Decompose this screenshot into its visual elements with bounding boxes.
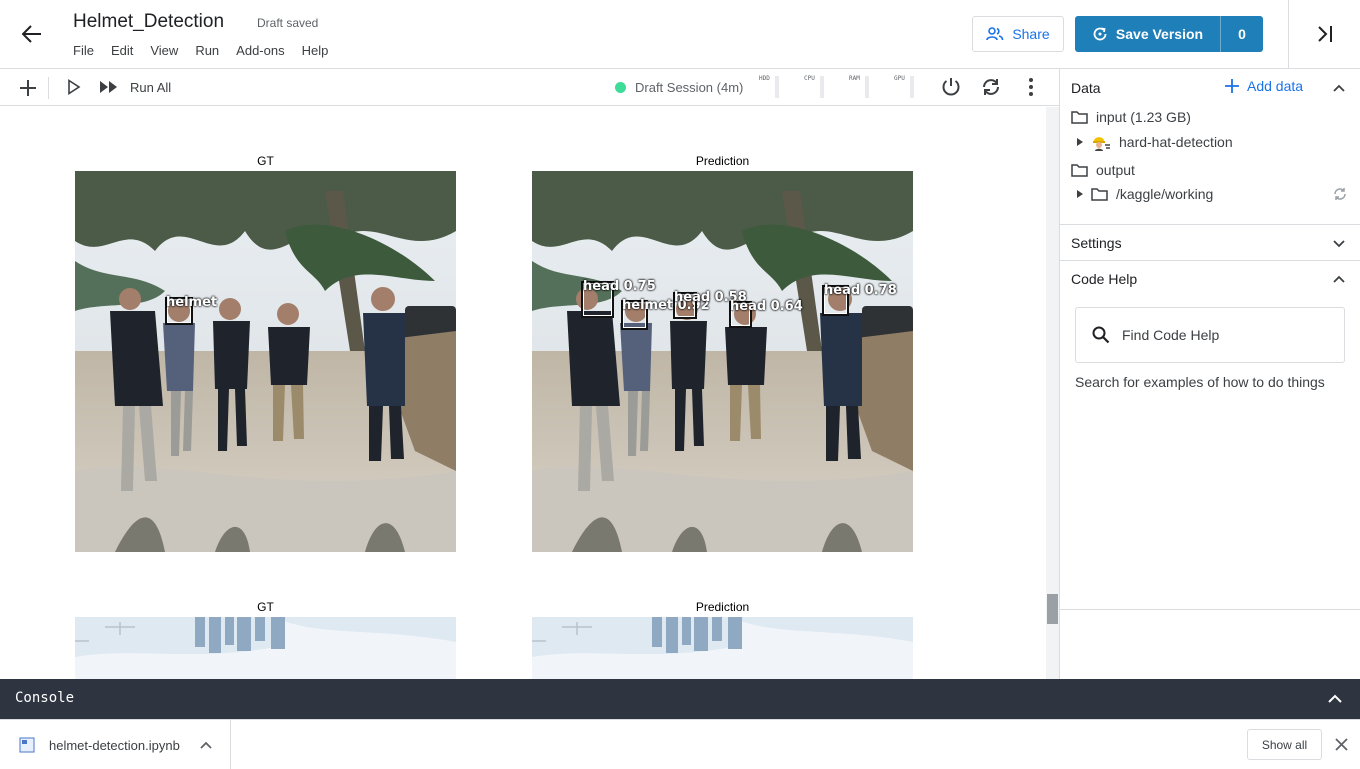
folder-icon (1071, 163, 1088, 177)
gt-image: helmet (75, 171, 456, 552)
meter-cpu-label: CPU (804, 75, 815, 82)
meter-hdd-label: HDD (759, 75, 770, 82)
gt-title: GT (257, 600, 274, 614)
scrollbar-thumb[interactable] (1047, 594, 1058, 624)
restart-icon[interactable] (980, 76, 1002, 98)
dataset-item[interactable]: hard-hat-detection (1077, 133, 1233, 151)
input-folder[interactable]: input (1.23 GB) (1071, 109, 1191, 125)
notebook-title[interactable]: Helmet_Detection (73, 11, 224, 33)
add-data-label: Add data (1247, 78, 1304, 94)
save-version-label: Save Version (1115, 26, 1204, 42)
show-all-button[interactable]: Show all (1247, 729, 1322, 760)
menu-run[interactable]: Run (195, 43, 219, 58)
menu-file[interactable]: File (73, 43, 94, 58)
save-version-icon (1093, 27, 1107, 41)
caret-right-icon (1077, 138, 1083, 146)
meter-hdd-bar (775, 76, 779, 98)
output-folder-label: output (1096, 162, 1135, 178)
prediction-title: Prediction (695, 154, 750, 168)
meter-cpu-bar (820, 76, 824, 98)
prediction-image: head 0.75 helmet 0.92 head 0.58 head 0.6… (532, 171, 913, 552)
share-label: Share (1012, 26, 1050, 42)
run-all-icon[interactable] (99, 79, 119, 95)
power-icon[interactable] (940, 76, 962, 98)
menu-bar: File Edit View Run Add-ons Help (73, 43, 345, 58)
folder-icon (1091, 187, 1108, 201)
panel-divider (1060, 609, 1360, 610)
gt-box-label: helmet (166, 295, 218, 310)
download-bar: helmet-detection.ipynb Show all (0, 719, 1360, 769)
meter-ram-label: RAM (849, 75, 860, 82)
caret-right-icon (1077, 190, 1083, 198)
collapse-panel-icon[interactable] (1312, 20, 1338, 48)
download-file-name: helmet-detection.ipynb (49, 738, 180, 753)
meter-ram-bar (865, 76, 869, 98)
run-cell-icon[interactable] (66, 79, 82, 95)
version-count[interactable]: 0 (1221, 16, 1263, 52)
toolbar-divider (48, 77, 49, 99)
download-item[interactable]: helmet-detection.ipynb (0, 720, 231, 769)
refresh-icon[interactable] (1333, 187, 1347, 201)
run-all-button[interactable]: Run All (130, 80, 171, 95)
console-bar[interactable]: Console (0, 679, 1360, 719)
working-dir-item[interactable]: /kaggle/working (1077, 186, 1213, 202)
prediction-image (532, 617, 913, 679)
notebook-header: Helmet_Detection Draft saved File Edit V… (0, 0, 1360, 69)
session-status-dot (615, 82, 626, 93)
plus-icon (1225, 79, 1239, 93)
back-arrow-icon[interactable] (18, 20, 46, 48)
output-folder[interactable]: output (1071, 162, 1135, 178)
menu-view[interactable]: View (150, 43, 178, 58)
add-cell-icon[interactable] (18, 78, 38, 98)
share-button[interactable]: Share (972, 16, 1064, 52)
search-icon (1092, 326, 1110, 344)
close-icon[interactable] (1334, 737, 1349, 752)
meter-gpu-label: GPU (894, 75, 905, 82)
notebook-toolbar: Run All Draft Session (4m) HDD CPU RAM G… (0, 69, 1059, 106)
pred-box-label: head 0.78 (824, 283, 897, 298)
chevron-down-icon[interactable] (1332, 236, 1346, 250)
add-data-button[interactable]: Add data (1225, 78, 1303, 94)
menu-edit[interactable]: Edit (111, 43, 133, 58)
console-label: Console (15, 690, 75, 706)
draft-status: Draft saved (257, 16, 319, 30)
meter-gpu-bar (910, 76, 914, 98)
panel-divider (1060, 224, 1360, 225)
file-icon (19, 737, 35, 753)
working-dir-label: /kaggle/working (1116, 186, 1214, 202)
find-code-help-placeholder: Find Code Help (1122, 327, 1220, 343)
data-section-title[interactable]: Data (1071, 80, 1101, 96)
find-code-help-input[interactable]: Find Code Help (1075, 307, 1345, 363)
more-options-icon[interactable] (1021, 76, 1041, 98)
hard-hat-dataset-icon (1093, 137, 1110, 151)
settings-section-title[interactable]: Settings (1071, 235, 1122, 251)
menu-add-ons[interactable]: Add-ons (236, 43, 284, 58)
folder-icon (1071, 110, 1088, 124)
session-label[interactable]: Draft Session (4m) (635, 80, 743, 95)
panel-divider (1060, 260, 1360, 261)
code-help-description: Search for examples of how to do things (1075, 374, 1325, 390)
dataset-label: hard-hat-detection (1119, 134, 1233, 150)
notebook-output: GT Prediction helmet head 0.75 helmet 0.… (0, 107, 1046, 679)
gt-image (75, 617, 456, 679)
header-divider (1288, 0, 1289, 68)
pred-box-label: head 0.75 (583, 279, 656, 294)
save-version-button[interactable]: Save Version 0 (1075, 16, 1263, 52)
pred-box-label: head 0.64 (730, 299, 803, 314)
code-help-section-title[interactable]: Code Help (1071, 271, 1137, 287)
chevron-up-icon[interactable] (1332, 81, 1346, 95)
chevron-up-icon[interactable] (1332, 272, 1346, 286)
chevron-up-icon[interactable] (1326, 691, 1344, 707)
prediction-title: Prediction (695, 600, 750, 614)
side-panel: Data Add data input (1.23 GB) hard-hat-d… (1059, 69, 1360, 679)
menu-help[interactable]: Help (302, 43, 329, 58)
people-icon (986, 27, 1004, 41)
gt-title: GT (257, 154, 274, 168)
chevron-up-icon[interactable] (199, 738, 213, 752)
input-folder-label: input (1.23 GB) (1096, 109, 1191, 125)
